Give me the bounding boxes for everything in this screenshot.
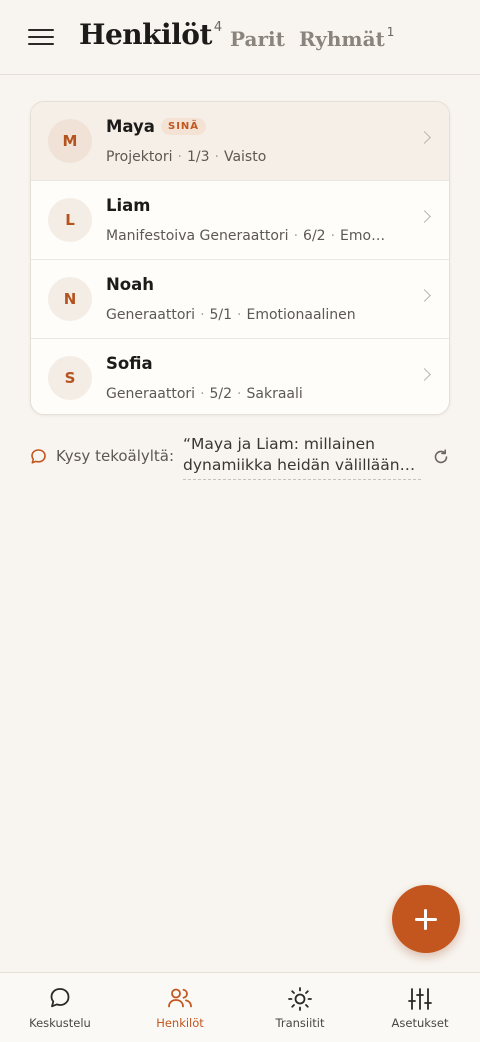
person-type: Manifestoiva Generaattori (106, 228, 289, 244)
person-authority: Sakraali (246, 386, 303, 402)
nav-label: Henkilöt (156, 1016, 204, 1030)
avatar: L (48, 198, 92, 242)
person-row-noah[interactable]: N Noah Generaattori · 5/1 · Emotionaalinen (31, 260, 449, 339)
nav-transits[interactable]: Transiitit (240, 973, 360, 1042)
nav-label: Asetukset (391, 1016, 449, 1030)
person-name: Maya (106, 117, 155, 136)
avatar: M (48, 119, 92, 163)
person-type: Generaattori (106, 386, 196, 402)
refresh-icon[interactable] (432, 448, 450, 466)
avatar: S (48, 356, 92, 400)
separator-dot: · (200, 307, 205, 323)
person-name: Sofia (106, 354, 153, 373)
person-meta: Generaattori · 5/2 · Sakraali (106, 386, 406, 402)
person-row-liam[interactable]: L Liam Manifestoiva Generaattori · 6/2 · Emo… (31, 181, 449, 260)
sliders-icon (408, 988, 432, 1010)
person-profile: 5/2 (209, 386, 233, 402)
person-profile: 1/3 (186, 149, 210, 165)
person-row-maya[interactable]: M Maya SINÄ Projektori · 1/3 · Vaisto (31, 102, 449, 181)
separator-dot: · (214, 149, 219, 165)
top-bar: Henkilöt 4 Parit Ryhmät 1 (0, 0, 480, 75)
tab-groups[interactable]: Ryhmät 1 (299, 25, 395, 51)
sun-icon (288, 987, 312, 1011)
chevron-right-icon (418, 210, 431, 223)
tab-count: 1 (386, 25, 395, 39)
menu-button[interactable] (28, 25, 54, 49)
ai-suggestion: Kysy tekoälyltä: “Maya ja Liam: millaine… (30, 434, 450, 484)
person-profile: 5/1 (209, 307, 233, 323)
person-profile: 6/2 (303, 228, 326, 244)
tab-count: 4 (213, 20, 222, 35)
person-authority: Vaisto (223, 149, 267, 165)
ai-label: Kysy tekoälyltä: (56, 447, 175, 465)
chevron-right-icon (418, 289, 431, 302)
person-meta: Manifestoiva Generaattori · 6/2 · Emo… (106, 228, 406, 244)
menu-icon-line (28, 36, 54, 38)
nav-chat[interactable]: Keskustelu (0, 973, 120, 1042)
ai-prompt-suggestion[interactable]: “Maya ja Liam: millainen dynamiikka heid… (183, 434, 421, 480)
person-authority: Emotionaalinen (246, 307, 356, 323)
nav-settings[interactable]: Asetukset (360, 973, 480, 1042)
tab-label: Parit (230, 27, 285, 51)
person-name: Noah (106, 275, 155, 294)
person-type: Projektori (106, 149, 173, 165)
person-row-sofia[interactable]: S Sofia Generaattori · 5/2 · Sakraali (31, 339, 449, 414)
tab-people[interactable]: Henkilöt 4 (79, 18, 222, 51)
person-name: Liam (106, 196, 151, 215)
avatar: N (48, 277, 92, 321)
tab-pairs[interactable]: Parit (230, 27, 285, 51)
menu-icon-line (28, 29, 54, 31)
bottom-navigation: Keskustelu Henkilöt Transiitit Asetukset (0, 972, 480, 1042)
people-icon (168, 988, 192, 1008)
people-list: M Maya SINÄ Projektori · 1/3 · Vaisto L Liam… (30, 101, 450, 415)
nav-people[interactable]: Henkilöt (120, 973, 240, 1042)
separator-dot: · (237, 307, 242, 323)
chevron-right-icon (418, 368, 431, 381)
nav-label: Transiitit (275, 1016, 325, 1030)
chevron-right-icon (418, 131, 431, 144)
separator-dot: · (177, 149, 182, 165)
chat-icon (50, 988, 70, 1008)
separator-dot: · (200, 386, 205, 402)
add-person-button[interactable] (392, 885, 460, 953)
person-authority: Emo… (340, 228, 386, 244)
nav-label: Keskustelu (29, 1016, 91, 1030)
menu-icon-line (28, 43, 54, 45)
person-meta: Generaattori · 5/1 · Emotionaalinen (106, 307, 406, 323)
plus-icon (424, 909, 427, 930)
person-type: Generaattori (106, 307, 196, 323)
tab-label: Henkilöt (79, 18, 212, 51)
self-badge: SINÄ (161, 118, 207, 135)
separator-dot: · (293, 228, 299, 244)
person-meta: Projektori · 1/3 · Vaisto (106, 149, 406, 165)
speech-bubble-icon (31, 449, 46, 464)
separator-dot: · (237, 386, 242, 402)
tab-label: Ryhmät (299, 27, 385, 51)
separator-dot: · (330, 228, 336, 244)
